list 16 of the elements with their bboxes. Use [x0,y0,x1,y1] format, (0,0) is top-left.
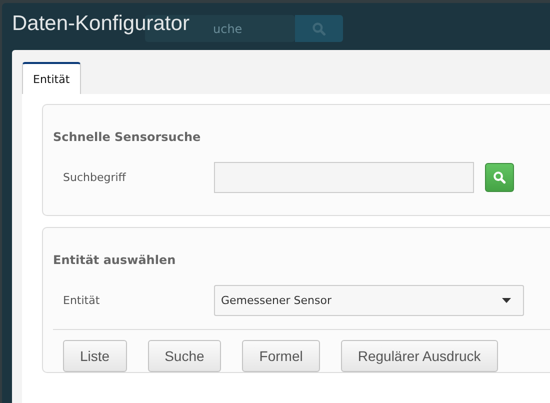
mode-button[interactable]: Liste [63,340,127,372]
caret-icon [502,298,511,303]
search-icon [493,171,506,184]
search-field[interactable] [214,162,474,193]
mode-button[interactable]: Regulärer Ausdruck [340,340,498,372]
section-title: Schnelle Sensorsuche [53,129,202,144]
search-button[interactable] [485,163,514,192]
section-title: Entität auswählen [53,252,177,267]
entity-dropdown[interactable]: Gemessener Sensor [214,285,524,316]
field-label: Suchbegriff [63,171,127,184]
mode-button[interactable]: Formel [242,340,320,372]
field-label: Entität [63,294,101,307]
mode-button[interactable]: Suche [148,340,222,372]
tab[interactable]: Entität [22,62,81,94]
window-title: Daten-Konfigurator [12,12,190,36]
search-icon [312,22,326,36]
